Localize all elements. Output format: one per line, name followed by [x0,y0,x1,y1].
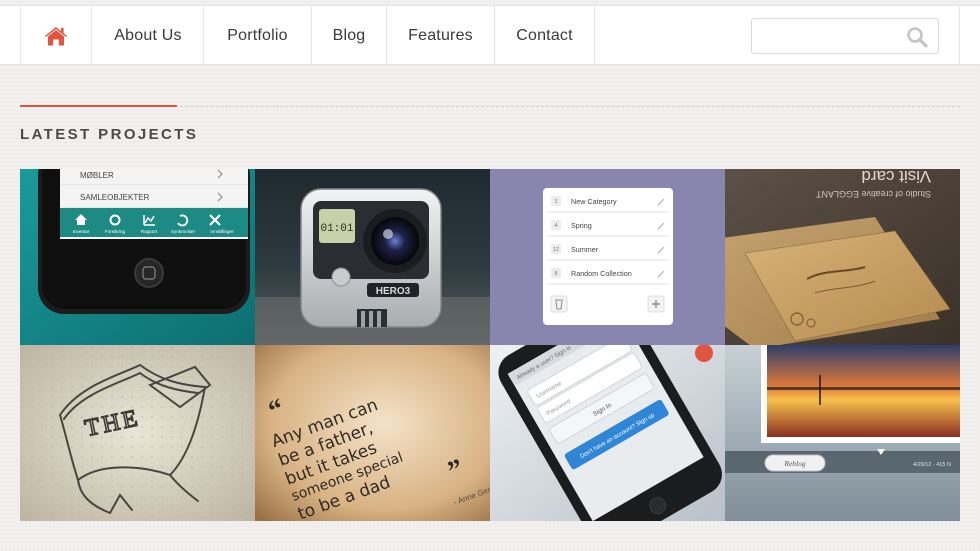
section-divider-accent [20,105,177,107]
mobile-menu-item: MØBLER [80,171,114,180]
mobile-app-thumbnail: MØBLER SAMLEOBJEKTER Inventar Forsikring… [20,169,255,345]
mobile-tab-label: Synkroniser [171,229,196,234]
photo-meta: 4/29/12 · 415 N [913,462,951,468]
mobile-tab-label: Inventar [73,229,90,234]
search-box [751,18,939,54]
nav-item-features[interactable]: Features [387,6,495,65]
project-tile-iphone-signin[interactable]: Already a user? Sign in Username Passwor… [490,345,725,521]
category-list-thumbnail: 1 4 12 8 New Category Spring Summer Rand… [490,169,725,345]
nav-home-button[interactable] [20,6,92,65]
quote-thumbnail: “ Any man can be a father, but it takes … [255,345,490,521]
category-label: Random Collection [571,269,632,278]
search-icon[interactable] [906,26,928,48]
project-tile-visit-card[interactable]: Studio of creative EGGLANT Visit card [725,169,960,345]
section-title: LATEST PROJECTS [20,126,199,143]
nav-divider [959,6,960,65]
nav-item-portfolio[interactable]: Portfolio [204,6,312,65]
project-tile-quote[interactable]: “ Any man can be a father, but it takes … [255,345,490,521]
category-label: Summer [571,245,599,254]
category-label: New Category [571,197,617,206]
sketch-thumbnail: THE [20,345,255,521]
search-input[interactable] [752,19,902,53]
iphone-signin-thumbnail: Already a user? Sign in Username Passwor… [490,345,725,521]
projects-grid: MØBLER SAMLEOBJEKTER Inventar Forsikring… [20,169,960,522]
mobile-tab-label: Rapport [141,229,158,234]
photo-frame-thumbnail: Reblog 4/29/12 · 415 N [725,345,960,521]
category-count: 1 [554,199,557,205]
home-icon [44,26,68,45]
gopro-lcd-text: 01:01 [320,223,353,235]
mobile-tab-label: Forsikring [105,229,126,234]
visit-card-thumbnail: Studio of creative EGGLANT Visit card [725,169,960,345]
category-label: Spring [571,221,592,230]
mobile-menu-item: SAMLEOBJEKTER [80,193,150,202]
reblog-button[interactable]: Reblog [783,459,805,468]
nav-item-about-us[interactable]: About Us [93,6,204,65]
gopro-thumbnail: 01:01 HERO3 [255,169,490,345]
nav-item-blog[interactable]: Blog [312,6,387,65]
project-tile-gopro[interactable]: 01:01 HERO3 [255,169,490,345]
gopro-brand-text: HERO3 [376,286,411,297]
nav-item-contact[interactable]: Contact [495,6,595,65]
category-count: 4 [554,223,557,229]
category-count: 8 [554,271,557,277]
project-tile-mobile-app[interactable]: MØBLER SAMLEOBJEKTER Inventar Forsikring… [20,169,255,345]
visit-card-subheading: Studio of creative EGGLANT [815,189,931,199]
project-tile-category-list[interactable]: 1 4 12 8 New Category Spring Summer Rand… [490,169,725,345]
top-navigation: About Us Portfolio Blog Features Contact [0,5,980,65]
project-tile-photo-frame[interactable]: Reblog 4/29/12 · 415 N [725,345,960,521]
mobile-tab-label: Innstillinger [210,229,234,234]
category-count: 12 [553,247,559,253]
visit-card-heading: Visit card [861,169,931,186]
project-tile-sketch[interactable]: THE [20,345,255,521]
